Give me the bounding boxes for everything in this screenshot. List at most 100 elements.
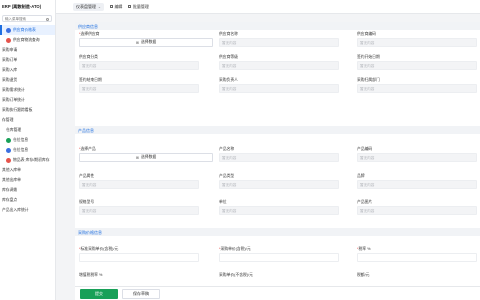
sidebar-item-label: 其他出库单 bbox=[2, 177, 21, 182]
supplier-level-field: 暂无内容 bbox=[219, 61, 339, 70]
supplier-name-field: 暂无内容 bbox=[219, 38, 339, 47]
product-label: *选择产品 bbox=[79, 147, 96, 151]
sidebar-item[interactable]: 采购执行跟踪看板 bbox=[0, 105, 55, 115]
product-name-label: 产品名称 bbox=[219, 147, 235, 151]
select-product-button[interactable]: ⊞ 选择数据 bbox=[79, 153, 213, 162]
sidebar-item-label: 仓库管理 bbox=[6, 127, 22, 132]
tax-rate-input[interactable] bbox=[357, 253, 477, 262]
dept-label: 采购归属部门 bbox=[357, 78, 380, 82]
sidebar-item-label: 采购订单统计 bbox=[2, 97, 25, 102]
tax-amount-label: 税额/元 bbox=[357, 273, 370, 277]
edit-button[interactable]: 编辑 bbox=[109, 3, 123, 10]
section-pricing: 采购价格信息 bbox=[75, 228, 480, 236]
menu-item-icon bbox=[6, 157, 11, 163]
select-icon: ⊞ bbox=[135, 41, 139, 45]
spec-field: 暂无内容 bbox=[79, 206, 199, 215]
sidebar-item[interactable]: 仓位信息 bbox=[0, 135, 55, 145]
product-type-field: 暂无内容 bbox=[219, 180, 339, 189]
contract-end-field: 暂无内容 bbox=[79, 84, 199, 93]
sidebar-item[interactable]: 其他入库单 bbox=[0, 165, 55, 175]
sidebar-item[interactable]: 物品表·库存/期初库存 bbox=[0, 155, 55, 165]
contract-start-label: 签约开始日期 bbox=[357, 55, 380, 59]
sidebar-item[interactable]: 供应商价格表 bbox=[0, 25, 55, 35]
sidebar-item[interactable]: 采购需求统计 bbox=[0, 85, 55, 95]
sidebar-item[interactable]: 采购订单统计 bbox=[0, 95, 55, 105]
sidebar-item-label: 仓位信息 bbox=[13, 137, 29, 142]
tax-rate-label: *税率 % bbox=[357, 247, 371, 251]
sidebar-item-label: 采购订单 bbox=[2, 57, 18, 62]
sidebar-item-label: 库存盘点 bbox=[2, 197, 18, 202]
save-draft-button[interactable]: 保存草稿 bbox=[122, 289, 160, 299]
product-attr-label: 产品属性 bbox=[79, 174, 95, 178]
vat-rate-label: 增值税税率 % bbox=[79, 273, 103, 277]
supplier-code-label: 供应商编码 bbox=[357, 32, 376, 36]
sidebar-item[interactable]: 产品出入库统计 bbox=[0, 205, 55, 215]
supplier-type-field: 暂无内容 bbox=[79, 61, 199, 70]
supplier-level-label: 供应商等级 bbox=[219, 55, 238, 59]
sidebar-item-label: 采购需求统计 bbox=[2, 87, 25, 92]
sidebar: ERP (离散制造-ATO) 供应商价格表供应商物流查询采购申请采购订单采购入库… bbox=[0, 0, 56, 300]
sidebar-item[interactable]: 供应商物流查询 bbox=[0, 35, 55, 45]
sidebar-item-label: 其他入库单 bbox=[2, 167, 21, 172]
unit-price-input[interactable] bbox=[219, 253, 339, 262]
sidebar-item-label: 存管理 bbox=[2, 117, 14, 122]
form-container: 供应商信息 *选择供应商 ⊞ 选择数据 供应商名称 暂无内容 供应商编码 暂无内容… bbox=[75, 22, 480, 300]
buyer-field: 暂无内容 bbox=[219, 84, 339, 93]
spec-label: 规格型号 bbox=[79, 200, 95, 204]
product-name-field: 暂无内容 bbox=[219, 153, 339, 162]
brand-label: 品牌 bbox=[357, 174, 365, 178]
dashboard-dropdown[interactable]: 仪表盘管理 ⌄ bbox=[73, 2, 104, 11]
sidebar-item[interactable]: 采购入库 bbox=[0, 65, 55, 75]
no-tax-price-label: 采购单价(不含税)/元 bbox=[219, 273, 253, 277]
dept-field: 暂无内容 bbox=[357, 84, 477, 93]
sidebar-item[interactable]: 采购订单 bbox=[0, 55, 55, 65]
menu-search-input[interactable] bbox=[3, 16, 51, 22]
edit-button-label: 编辑 bbox=[114, 3, 123, 9]
sidebar-item-label: 物品表·库存/期初库存 bbox=[13, 157, 50, 162]
sidebar-item[interactable]: 其他出库单 bbox=[0, 175, 55, 185]
sidebar-item-label: 供应商物流查询 bbox=[13, 37, 40, 42]
menu-item-icon bbox=[6, 27, 11, 33]
sidebar-item-label: 采购入库 bbox=[2, 67, 18, 72]
sidebar-item-label: 采购退货 bbox=[2, 77, 18, 82]
section-supplier: 供应商信息 bbox=[75, 22, 480, 30]
std-price-input[interactable] bbox=[79, 253, 199, 262]
sidebar-item[interactable]: 存管理 bbox=[0, 115, 55, 125]
product-attr-field: 暂无内容 bbox=[79, 180, 199, 189]
supplier-label: *选择供应商 bbox=[79, 32, 100, 36]
supplier-code-field: 暂无内容 bbox=[357, 38, 477, 47]
sidebar-item[interactable]: 采购申请 bbox=[0, 45, 55, 55]
sidebar-item-label: 采购申请 bbox=[2, 47, 18, 52]
product-image-label: 产品图片 bbox=[357, 200, 373, 204]
sidebar-item[interactable]: 库存盘点 bbox=[0, 195, 55, 205]
sidebar-item[interactable]: 采购退货 bbox=[0, 75, 55, 85]
brand-field: 暂无内容 bbox=[357, 180, 477, 189]
unit-field: 暂无内容 bbox=[219, 206, 339, 215]
contract-start-field: 暂无内容 bbox=[357, 61, 477, 70]
sidebar-item[interactable]: 仓库管理 bbox=[0, 125, 55, 135]
list-icon bbox=[128, 5, 132, 8]
sidebar-item[interactable]: 库存调拨 bbox=[0, 185, 55, 195]
menu-item-icon bbox=[6, 147, 11, 153]
section-product: 产品信息 bbox=[75, 126, 480, 134]
sidebar-item[interactable]: 仓位信息 bbox=[0, 145, 55, 155]
dashboard-dropdown-label: 仪表盘管理 bbox=[76, 3, 96, 9]
batch-manage-label: 批量管理 bbox=[132, 3, 149, 9]
app-title: ERP (离散制造-ATO) bbox=[2, 4, 42, 9]
contract-end-label: 签约结束日期 bbox=[79, 78, 102, 82]
buyer-label: 采购负责人 bbox=[219, 78, 238, 82]
menu-item-icon bbox=[6, 37, 11, 43]
sidebar-item-label: 供应商价格表 bbox=[13, 27, 36, 32]
product-code-field: 暂无内容 bbox=[357, 153, 477, 162]
product-image-field: 暂无内容 bbox=[357, 206, 477, 215]
batch-manage-button[interactable]: 批量管理 bbox=[128, 4, 149, 10]
search-icon bbox=[46, 17, 49, 21]
supplier-name-label: 供应商名称 bbox=[219, 32, 238, 36]
submit-button[interactable]: 提交 bbox=[80, 289, 118, 299]
select-supplier-button[interactable]: ⊞ 选择数据 bbox=[79, 38, 213, 47]
supplier-type-label: 供应商分类 bbox=[79, 55, 98, 59]
sidebar-item-label: 仓位信息 bbox=[13, 147, 29, 152]
edit-icon bbox=[109, 5, 113, 8]
menu-search[interactable] bbox=[2, 15, 52, 22]
std-price-label: *标准采购单价(含税)/元 bbox=[79, 247, 119, 251]
